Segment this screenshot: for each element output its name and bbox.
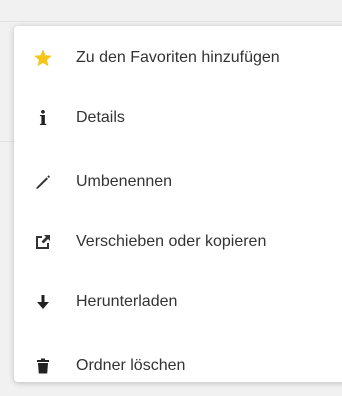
menu-item-label: Ordner löschen (76, 357, 186, 374)
menu-item-label: Details (76, 109, 125, 126)
menu-item-label: Verschieben oder kopieren (76, 233, 267, 250)
menu-item-rename[interactable]: Umbenennen (14, 152, 342, 212)
menu-item-label: Umbenennen (76, 173, 173, 190)
menu-item-move-or-copy[interactable]: Verschieben oder kopieren (14, 212, 342, 272)
star-icon (33, 48, 53, 68)
pencil-icon (33, 172, 53, 192)
info-glyph: i (39, 106, 47, 130)
trash-icon (33, 356, 53, 376)
divider (0, 21, 342, 22)
menu-item-label: Zu den Favoriten hinzufügen (76, 49, 280, 66)
divider (0, 141, 14, 142)
download-arrow-icon (33, 292, 53, 312)
menu-item-add-favorite[interactable]: Zu den Favoriten hinzufügen (14, 28, 342, 88)
menu-item-details[interactable]: i Details (14, 88, 342, 148)
external-link-icon (33, 232, 53, 252)
info-icon: i (33, 108, 53, 128)
menu-item-label: Herunterladen (76, 293, 178, 310)
menu-item-download[interactable]: Herunterladen (14, 272, 342, 332)
context-menu: Zu den Favoriten hinzufügen i Details Um… (14, 26, 342, 382)
menu-item-delete-folder[interactable]: Ordner löschen (14, 336, 342, 396)
